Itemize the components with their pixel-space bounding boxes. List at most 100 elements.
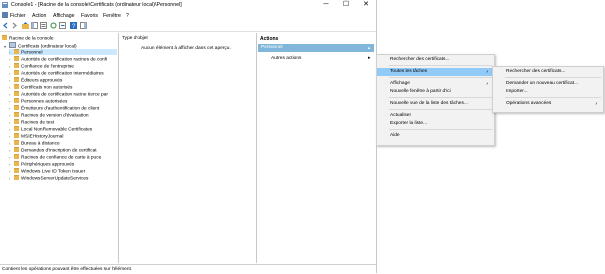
all-tasks-submenu: Rechercher des certificats... Demander u…	[492, 66, 604, 113]
tree-item[interactable]: › Racines de version d'évaluation	[9, 112, 117, 119]
tree-item[interactable]: › Confiance de l'entreprise	[9, 63, 117, 70]
collapse-caret-icon[interactable]: ▲	[367, 45, 371, 50]
menu-item-new-window[interactable]: Nouvelle fenêtre à partir d'ici	[377, 88, 492, 96]
menu-item-new-taskpad-view[interactable]: Nouvelle vue de la liste des tâches...	[377, 100, 492, 108]
tree-item-label: Autorités de certification racine tierce…	[21, 92, 108, 98]
tree-item[interactable]: › Personnel	[9, 49, 117, 56]
tree-item[interactable]: › Périphériques approuvés	[9, 161, 117, 168]
actions-header: Actions	[260, 36, 279, 42]
folder-icon	[14, 154, 19, 159]
actions-selected-header[interactable]: Personnel ▲	[258, 44, 374, 52]
menu-separator	[389, 65, 492, 66]
tree-item-label: Racines de confiance de carte à puce	[21, 155, 102, 161]
tree-item-label: Autorités de certification intermédiaire…	[21, 71, 104, 77]
tree-item-label: Confiance de l'entreprise	[21, 64, 74, 70]
tree-store[interactable]: ▾ Certificats (ordinateur local)	[4, 42, 77, 50]
tree-item-label: Personnel	[21, 50, 43, 56]
menu-item-help[interactable]: Aide	[377, 132, 492, 140]
menu-favoris[interactable]: Favoris	[81, 13, 98, 19]
submenu-item-request-new-certificate[interactable]: Demander un nouveau certificat...	[493, 80, 601, 88]
menu-item-all-tasks[interactable]: Toutes les tâches ›	[377, 68, 492, 76]
submenu-item-advanced-operations[interactable]: Opérations avancées ›	[493, 100, 601, 108]
tree-item-label: Demandes d'inscription de certificat	[21, 148, 97, 154]
export-list-icon[interactable]	[59, 22, 66, 29]
menu-fichier[interactable]: Fichier	[10, 13, 26, 19]
folder-icon	[2, 35, 7, 40]
properties-icon[interactable]	[40, 22, 47, 29]
maximize-button[interactable]: ☐	[336, 0, 356, 10]
folder-icon	[14, 112, 19, 117]
menu-item-search-certificates[interactable]: Rechercher des certificats...	[377, 56, 492, 64]
menu-item-export-list[interactable]: Exporter la liste...	[377, 120, 492, 128]
menu-fenetre[interactable]: Fenêtre	[103, 13, 121, 19]
up-folder-icon[interactable]	[22, 22, 29, 29]
submenu-item-import[interactable]: Importer...	[493, 88, 601, 96]
show-hide-tree-icon[interactable]	[31, 22, 38, 29]
status-text: Contient les opérations pouvant être eff…	[2, 267, 133, 272]
tree-item[interactable]: › Bureau à distance	[9, 140, 117, 147]
tree-root[interactable]: Racine de la console	[2, 35, 54, 42]
menu-item-refresh[interactable]: Actualiser	[377, 112, 492, 120]
menu-help[interactable]: ?	[126, 13, 129, 19]
tree-item-label: Périphériques approuvés	[21, 162, 75, 168]
tree-item[interactable]: › Autorités de certification racines de c…	[9, 56, 117, 63]
tree-item[interactable]: › WindowsServerUpdateServices	[9, 175, 117, 182]
menu-affichage[interactable]: Affichage	[53, 13, 75, 19]
tree-item[interactable]: › Autorités de certification intermédiair…	[9, 70, 117, 77]
tree-item[interactable]: › Autorités de certification racine tierc…	[9, 91, 117, 98]
folder-icon	[14, 175, 19, 180]
all-tasks-label: Toutes les tâches	[390, 69, 428, 74]
back-icon[interactable]	[2, 22, 9, 29]
tree-item[interactable]: › Certificats non autorisés	[9, 84, 117, 91]
tree-item-label: Personnes autorisées	[21, 99, 68, 105]
tree-item[interactable]: › Émetteurs d'authentification de client	[9, 105, 117, 112]
chevron-right-icon: ›	[486, 81, 488, 87]
menu-separator	[389, 77, 492, 78]
menu-bar: Fichier Action Affichage Favoris Fenêtre…	[0, 11, 376, 20]
close-button[interactable]: ✕	[356, 0, 376, 10]
minimize-button[interactable]: ─	[316, 0, 336, 10]
tree-item-label: Local NonRemovable Certificates	[21, 127, 93, 133]
tree-item[interactable]: › Windows Live ID Token Issuer	[9, 168, 117, 175]
column-header[interactable]: Type d'objet	[122, 36, 148, 41]
mmc-app-icon	[2, 2, 8, 8]
mmc-menu-icon[interactable]	[2, 12, 8, 18]
folder-icon	[14, 161, 19, 166]
tree-item-label: Windows Live ID Token Issuer	[21, 169, 86, 175]
mmc-window: Console1 - [Racine de la console\Certifi…	[0, 0, 377, 274]
help-icon[interactable]: ?	[70, 22, 77, 29]
tree-item-label: Bureau à distance	[21, 141, 60, 147]
title-bar: Console1 - [Racine de la console\Certifi…	[0, 0, 376, 10]
folder-icon	[14, 70, 19, 75]
folder-icon	[14, 168, 19, 173]
tree-item-label: MSIEHistoryJournal	[21, 134, 64, 140]
tree-item[interactable]: › Éditeurs approuvés	[9, 77, 117, 84]
menu-item-view[interactable]: Affichage ›	[377, 80, 492, 88]
menu-action[interactable]: Action	[32, 13, 46, 19]
tree-item[interactable]: › Personnes autorisées	[9, 98, 117, 105]
context-menu: Rechercher des certificats... Toutes les…	[376, 54, 495, 146]
show-action-pane-icon[interactable]	[80, 22, 87, 29]
menu-separator	[505, 97, 601, 98]
empty-message: Aucun élément à afficher dans cet aperçu…	[141, 46, 231, 51]
menu-separator	[389, 97, 492, 98]
tree-item[interactable]: › Local NonRemovable Certificates	[9, 126, 117, 133]
results-pane: Type d'objet Aucun élément à afficher da…	[119, 33, 257, 263]
tree-item-label: Racines de version d'évaluation	[21, 113, 89, 119]
tree-item-label: Éditeurs approuvés	[21, 78, 63, 84]
submenu-item-search-certificates[interactable]: Rechercher des certificats...	[493, 68, 601, 76]
forward-icon[interactable]	[11, 22, 18, 29]
tree-item-label: Certificats non autorisés	[21, 85, 73, 91]
tree-item[interactable]: › Demandes d'inscription de certificat	[9, 147, 117, 154]
tree-item[interactable]: › Racines de test	[9, 119, 117, 126]
refresh-icon[interactable]	[50, 22, 57, 29]
other-actions[interactable]: Autres actions	[271, 56, 301, 61]
tree-item[interactable]: › MSIEHistoryJournal	[9, 133, 117, 140]
chevron-right-icon: ›	[595, 101, 597, 107]
tree-item[interactable]: › Racines de confiance de carte à puce	[9, 154, 117, 161]
folder-icon	[14, 49, 19, 54]
toolbar: ?	[0, 20, 376, 32]
chevron-right-icon: ›	[486, 69, 488, 75]
folder-icon	[14, 119, 19, 124]
console-tree: Racine de la console ▾ Certificats (ordin…	[0, 33, 119, 263]
